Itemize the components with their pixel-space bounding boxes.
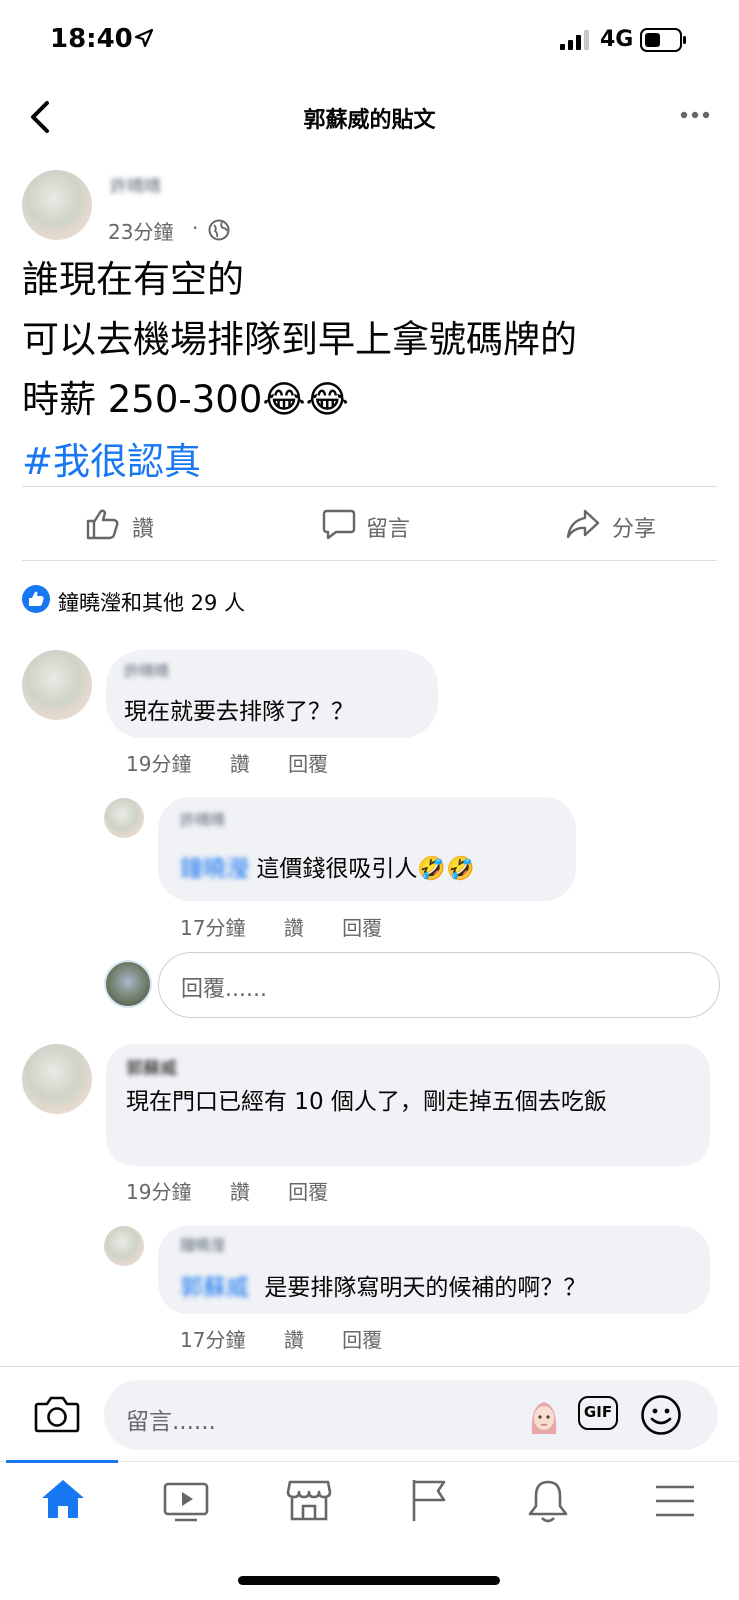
pages-icon[interactable] (410, 1478, 450, 1522)
reply-text: 這價錢很吸引人🤣🤣 (256, 856, 475, 882)
reply-bubble[interactable]: 許晴晴 鐘曉瀅 這價錢很吸引人🤣🤣 (158, 797, 576, 901)
comment-author[interactable]: 許晴晴 (124, 660, 169, 681)
reply-text: 是要排隊寫明天的候補的啊？？ (264, 1275, 587, 1301)
globe-icon (208, 219, 230, 241)
comment-meta: 19分鐘 讚 回覆 (126, 1176, 360, 1205)
replier-avatar[interactable] (104, 1226, 144, 1266)
comment-icon (322, 508, 356, 540)
reaction-summary[interactable]: 鐘曉瀅和其他 29 人 (58, 587, 245, 617)
reply-bubble[interactable]: 鐘曉瀅 郭蘇威 是要排隊寫明天的候補的啊？？ (158, 1226, 710, 1314)
home-indicator[interactable] (238, 1576, 500, 1585)
my-avatar (104, 960, 152, 1008)
like-label: 讚 (132, 517, 155, 542)
comment-reply-link[interactable]: 回覆 (288, 1180, 328, 1204)
reply-input-placeholder: 回覆...... (181, 977, 267, 1002)
tab-active-indicator (6, 1460, 118, 1463)
watch-icon[interactable] (163, 1482, 209, 1522)
commenter-avatar[interactable] (22, 1044, 92, 1114)
comment-input[interactable]: 留言...... GIF (104, 1380, 718, 1450)
reply-reply-link[interactable]: 回覆 (342, 1328, 382, 1352)
divider (22, 486, 717, 487)
share-label: 分享 (612, 517, 657, 542)
author-name[interactable]: 許晴晴 (110, 172, 161, 197)
reply-meta: 17分鐘 讚 回覆 (180, 1324, 414, 1353)
reply-author[interactable]: 許晴晴 (180, 809, 225, 830)
replier-avatar[interactable] (104, 798, 144, 838)
reply-reply-link[interactable]: 回覆 (342, 916, 382, 940)
marketplace-icon[interactable] (286, 1478, 332, 1522)
post-line: 誰現在有空的 (22, 258, 244, 301)
comment-like-link[interactable]: 讚 (230, 752, 250, 776)
comment-text: 現在就要去排隊了？？ (124, 699, 354, 725)
gif-label: GIF (583, 1403, 613, 1421)
reply-mention[interactable]: 郭蘇威 (180, 1275, 249, 1301)
laugh-emoji: 😂😂 (262, 378, 349, 421)
composer-divider (0, 1366, 739, 1367)
comment-time[interactable]: 19分鐘 (126, 1180, 191, 1204)
gif-icon[interactable]: GIF (578, 1396, 618, 1430)
reply-meta: 17分鐘 讚 回覆 (180, 912, 414, 941)
comment-meta: 19分鐘 讚 回覆 (126, 748, 360, 777)
reply-text-line: 郭蘇威 是要排隊寫明天的候補的啊？？ (180, 1268, 586, 1302)
reply-text-line: 鐘曉瀅 這價錢很吸引人🤣🤣 (180, 849, 475, 883)
comment-time[interactable]: 19分鐘 (126, 752, 191, 776)
post-header: 郭蘇威的貼文 (0, 88, 739, 148)
share-icon (566, 508, 600, 540)
reply-like-link[interactable]: 讚 (284, 1328, 304, 1352)
comment-bubble[interactable]: 郭蘇威 現在門口已經有 10 個人了，剛走掉五個去吃飯 (106, 1044, 710, 1166)
home-icon[interactable] (40, 1478, 86, 1520)
more-icon[interactable] (680, 110, 710, 120)
avatar-sticker-icon[interactable] (524, 1396, 564, 1436)
comment-bubble[interactable]: 許晴晴 現在就要去排隊了？？ (106, 650, 438, 738)
divider (22, 560, 717, 561)
commenter-avatar[interactable] (22, 650, 92, 720)
comment-text: 現在門口已經有 10 個人了，剛走掉五個去吃飯 (126, 1089, 607, 1115)
share-button[interactable]: 分享 (562, 500, 702, 550)
like-button[interactable]: 讚 (80, 500, 220, 550)
reply-author[interactable]: 鐘曉瀅 (180, 1234, 225, 1255)
status-time: 18:40 (50, 24, 133, 54)
author-avatar[interactable] (22, 170, 92, 240)
bell-icon[interactable] (526, 1478, 570, 1524)
comment-author[interactable]: 郭蘇威 (126, 1054, 177, 1079)
comment-input-placeholder: 留言...... (126, 1409, 216, 1435)
network-type: 4G (600, 27, 634, 52)
location-arrow-icon (134, 28, 154, 48)
status-bar: 18:40 4G (0, 0, 739, 80)
post-line: 時薪 250-300😂😂 (22, 378, 349, 421)
post-time[interactable]: 23分鐘 (108, 216, 173, 245)
page-title: 郭蘇威的貼文 (303, 108, 436, 133)
battery-icon (640, 28, 688, 52)
comment-label: 留言 (366, 517, 411, 542)
comment-reply-link[interactable]: 回覆 (288, 752, 328, 776)
reply-mention[interactable]: 鐘曉瀅 (180, 856, 249, 882)
menu-icon[interactable] (654, 1484, 696, 1518)
comment-like-link[interactable]: 讚 (230, 1180, 250, 1204)
comment-button[interactable]: 留言 (318, 500, 458, 550)
reply-time[interactable]: 17分鐘 (180, 916, 245, 940)
like-reaction-icon (22, 585, 50, 613)
reply-time[interactable]: 17分鐘 (180, 1328, 245, 1352)
hashtag-link[interactable]: #我很認真 (22, 432, 722, 492)
reply-input[interactable]: 回覆...... (158, 952, 720, 1018)
time-separator: · (192, 216, 199, 240)
like-icon (86, 508, 120, 540)
post-line: 可以去機場排隊到早上拿號碼牌的 (22, 318, 577, 361)
signal-icon (560, 30, 592, 50)
smiley-icon[interactable] (640, 1394, 682, 1436)
reply-like-link[interactable]: 讚 (284, 916, 304, 940)
camera-icon[interactable] (34, 1394, 80, 1434)
post-body: 誰現在有空的 可以去機場排隊到早上拿號碼牌的 時薪 250-300😂😂 #我很認… (22, 250, 722, 492)
